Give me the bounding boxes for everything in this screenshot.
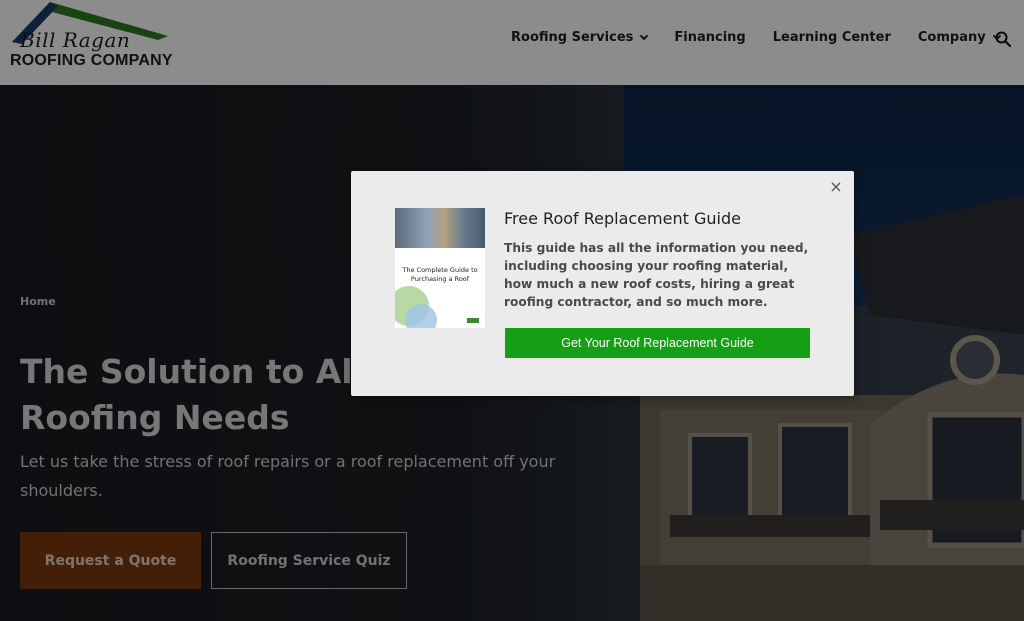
guide-cover-image: The Complete Guide to Purchasing a Roof xyxy=(395,208,485,328)
modal-title: Free Roof Replacement Guide xyxy=(504,209,741,228)
guide-popup-modal: × The Complete Guide to Purchasing a Roo… xyxy=(351,171,854,396)
cover-decoration-icon xyxy=(395,286,479,328)
get-guide-button[interactable]: Get Your Roof Replacement Guide xyxy=(505,328,810,358)
close-icon[interactable]: × xyxy=(828,179,844,195)
modal-description: This guide has all the information you n… xyxy=(504,241,809,309)
